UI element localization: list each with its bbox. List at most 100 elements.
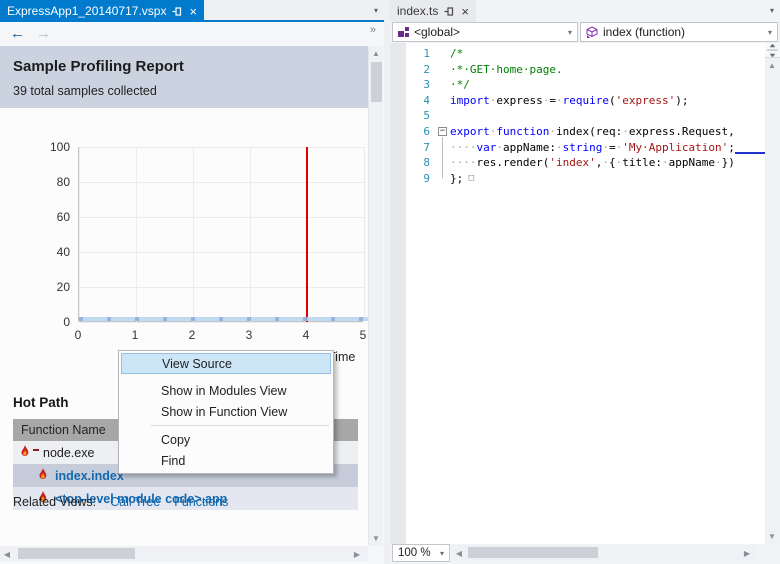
chevron-down-icon: ▾: [439, 548, 444, 558]
code-line[interactable]: 3 ·*/: [406, 77, 765, 93]
y-tick-label: 100: [49, 140, 70, 154]
code-line[interactable]: 7 ···· var · appName: · string · = · 'My·Applicati…: [406, 140, 765, 156]
scroll-down-icon[interactable]: ▼: [369, 534, 383, 543]
related-view-link-functions[interactable]: Functions: [174, 495, 228, 509]
code-token: res.render(: [476, 156, 550, 170]
scroll-right-icon[interactable]: ▶: [350, 550, 364, 559]
menu-item-copy[interactable]: Copy: [121, 429, 331, 450]
left-vertical-scrollbar[interactable]: ▲ ▼: [368, 46, 383, 546]
related-view-link-call-tree[interactable]: Call Tree: [110, 495, 160, 509]
context-menu: View Source Show in Modules View Show in F…: [118, 350, 334, 474]
fold-margin: [438, 62, 450, 78]
line-number: 1: [423, 47, 430, 60]
scrollbar-thumb[interactable]: [18, 548, 135, 559]
editor-vertical-scrollbar[interactable]: ▲ ▼: [765, 43, 780, 544]
member-dropdown[interactable]: index (function) ▾: [580, 22, 778, 42]
pin-icon[interactable]: [444, 6, 455, 17]
code-token: ·: [615, 156, 623, 170]
code-token: ·: [549, 125, 556, 138]
scroll-up-icon[interactable]: ▲: [765, 61, 779, 70]
navigation-bar: <global> ▾ index (function) ▾: [390, 22, 780, 43]
scroll-left-icon[interactable]: ◀: [452, 549, 466, 558]
menu-item-find[interactable]: Find: [121, 450, 331, 471]
code-line[interactable]: 4 import · express · = · require('express');: [406, 93, 765, 109]
eof-marker: □: [463, 172, 475, 183]
editor-bottom-bar: 100 % ▾ ◀ ▶: [390, 544, 780, 564]
code-token: string: [562, 140, 603, 154]
tab-title: ExpressApp1_20140717.vspx: [7, 4, 167, 18]
menu-item-show-in-function-view[interactable]: Show in Function View: [121, 401, 331, 422]
fold-margin: [438, 155, 450, 171]
gridline: [79, 147, 364, 148]
fold-margin: [438, 171, 450, 187]
code-token: ·: [555, 93, 563, 107]
toolbar-overflow-icon[interactable]: »: [370, 24, 376, 36]
breakpoint-margin[interactable]: [390, 43, 406, 544]
tab-list-dropdown-icon[interactable]: ▾: [770, 6, 774, 15]
scrollbar-thumb[interactable]: [468, 547, 598, 558]
code-line[interactable]: 6− export · function · index(req: · express.Req…: [406, 124, 765, 140]
close-icon[interactable]: ×: [189, 5, 197, 18]
code-line[interactable]: 1 /*: [406, 46, 765, 62]
scrollbar-thumb[interactable]: [371, 62, 382, 102]
tab-expressapp-vspx[interactable]: ExpressApp1_20140717.vspx ×: [0, 0, 205, 22]
zoom-level-dropdown[interactable]: 100 % ▾: [392, 544, 450, 562]
code-line[interactable]: 5: [406, 108, 765, 124]
code-token: {: [608, 156, 616, 170]
left-horizontal-scrollbar[interactable]: ◀ ▶: [0, 546, 368, 561]
code-line[interactable]: 9}; □: [406, 171, 765, 187]
code-token: /*: [450, 47, 464, 60]
forward-icon: →: [36, 25, 51, 42]
hot-path-heading: Hot Path: [13, 395, 69, 410]
tab-list-dropdown-icon[interactable]: ▾: [374, 6, 378, 15]
code-token: ·: [615, 140, 623, 154]
back-icon[interactable]: ←: [10, 25, 25, 42]
code-line[interactable]: 8 ···· res.render('index', ·{· title: · appNam…: [406, 155, 765, 171]
split-window-handle-icon[interactable]: [765, 43, 780, 58]
fold-guide-line: [442, 137, 443, 178]
code-token: appName:: [503, 140, 556, 154]
code-editor[interactable]: 1 /* 2 ·*·GET·home·page. 3 ·*/4 import · express…: [390, 43, 765, 544]
code-token: ·: [489, 93, 497, 107]
related-views: Related Views: Call Tree Functions: [13, 495, 242, 509]
hot-path-function-label[interactable]: index.index: [55, 469, 124, 483]
editor-horizontal-scrollbar[interactable]: ◀ ▶: [452, 545, 754, 560]
hot-path-root-mark: [33, 448, 39, 451]
code-token: ·*·GET·home·page.: [450, 62, 563, 76]
menu-item-view-source[interactable]: View Source: [121, 353, 331, 374]
code-line[interactable]: 2 ·*·GET·home·page.: [406, 62, 765, 78]
profiler-report-pane: ExpressApp1_20140717.vspx × ▾ ← → » Time…: [0, 0, 384, 564]
scroll-up-icon[interactable]: ▲: [369, 49, 383, 58]
code-token: ·: [602, 156, 609, 170]
scroll-left-icon[interactable]: ◀: [0, 550, 14, 559]
pin-icon[interactable]: [172, 6, 183, 17]
x-tick-label: 4: [302, 328, 310, 342]
code-token: export: [450, 125, 490, 138]
collapse-box-icon[interactable]: −: [438, 127, 447, 136]
scope-dropdown-value: <global>: [414, 25, 461, 39]
fold-margin: [438, 140, 450, 156]
code-token: var: [476, 140, 497, 154]
gridline: [79, 322, 364, 323]
y-tick-label: 60: [56, 210, 70, 224]
namespace-icon: [398, 26, 409, 38]
fold-margin: −: [438, 124, 450, 140]
code-token: =: [608, 140, 616, 154]
chevron-down-icon: ▾: [767, 27, 772, 37]
code-token: ·: [496, 140, 503, 154]
report-nav-toolbar: ← → »: [0, 24, 384, 45]
code-token: };: [450, 171, 464, 185]
code-token: ·: [714, 156, 722, 170]
code-token: ····: [450, 140, 477, 154]
line-number: 7: [423, 140, 430, 154]
menu-item-show-in-modules-view[interactable]: Show in Modules View: [121, 380, 331, 401]
scope-dropdown[interactable]: <global> ▾: [392, 22, 578, 42]
close-icon[interactable]: ×: [461, 5, 469, 18]
scroll-down-icon[interactable]: ▼: [765, 532, 779, 541]
scroll-right-icon[interactable]: ▶: [740, 549, 754, 558]
chevron-down-icon: ▾: [567, 27, 572, 37]
x-tick-label: 3: [245, 328, 253, 342]
line-number: 8: [423, 156, 430, 170]
tab-index-ts[interactable]: index.ts ×: [390, 0, 476, 22]
left-tab-strip: ExpressApp1_20140717.vspx × ▾: [0, 0, 384, 22]
